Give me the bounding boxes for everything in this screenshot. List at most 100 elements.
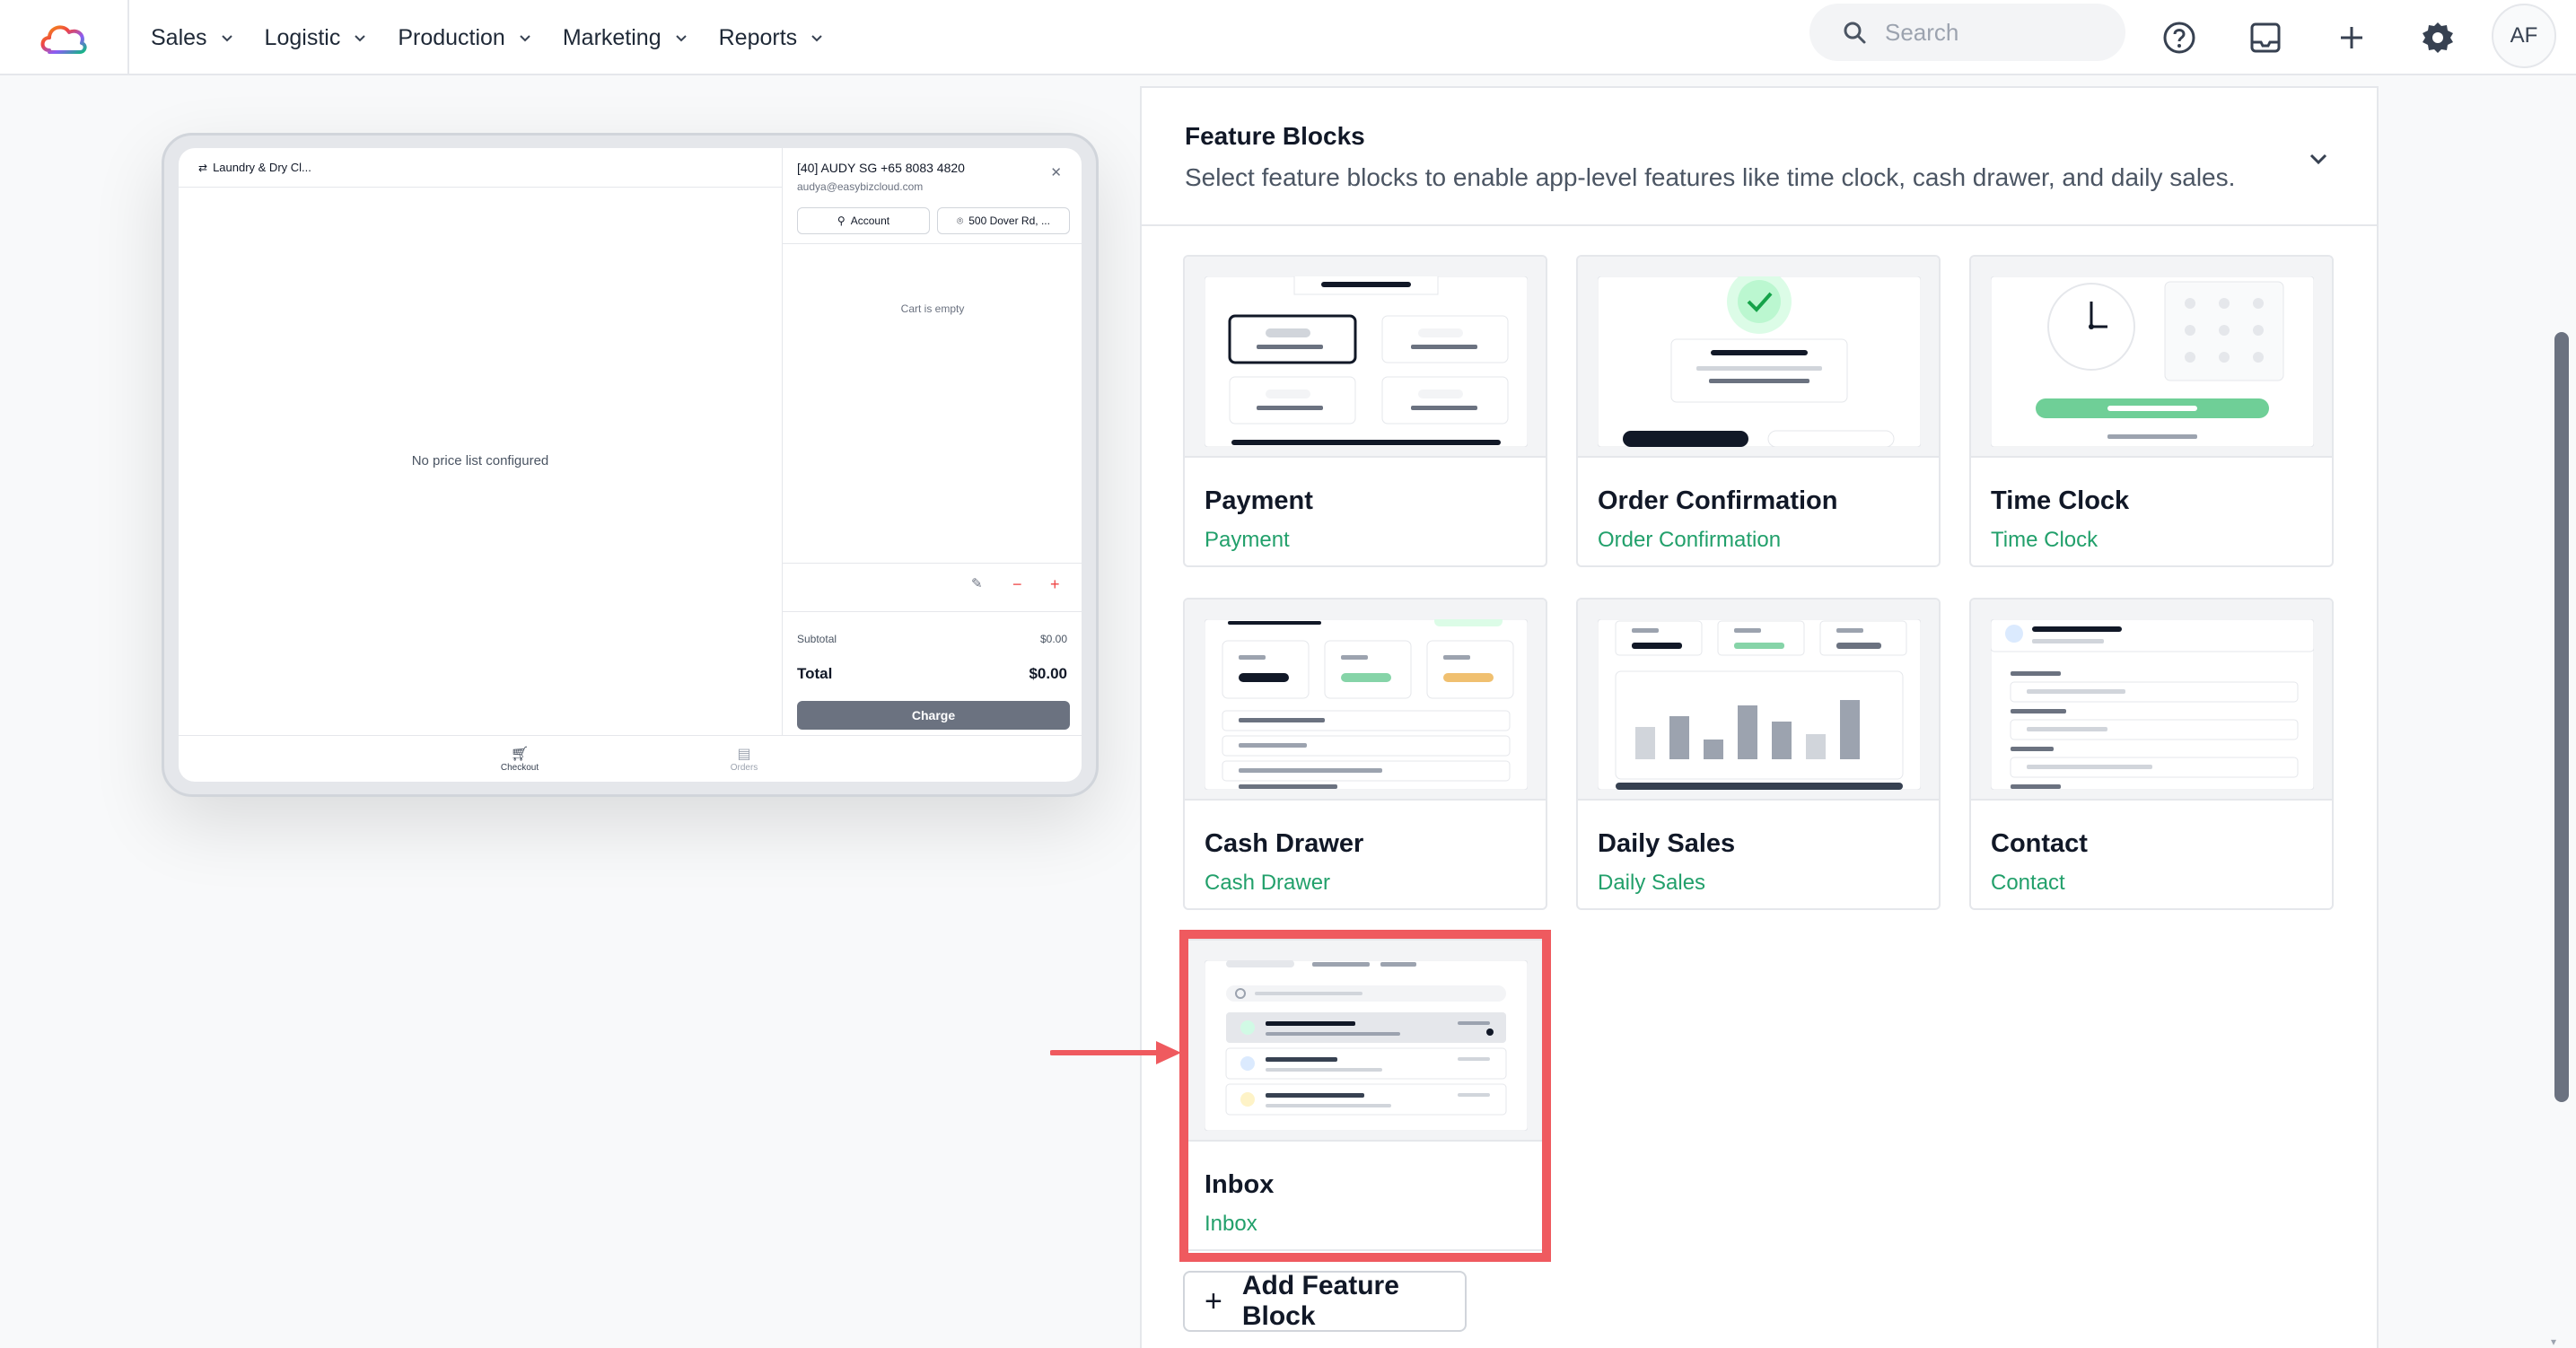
cart-icon: 🛒︎ — [510, 747, 530, 762]
preview-customer-name: [40] AUDY SG +65 8083 4820 — [797, 161, 965, 175]
cash-drawer-preview-illustration — [1185, 600, 1546, 801]
search-icon — [1844, 22, 1866, 44]
preview-cart-empty: Cart is empty — [900, 302, 965, 315]
feature-card-order-confirmation[interactable]: Order Confirmation Order Confirmation — [1576, 255, 1941, 567]
feature-card-title: Payment — [1205, 486, 1313, 515]
app-logo[interactable] — [0, 0, 129, 75]
feature-blocks-title: Feature Blocks — [1185, 122, 1365, 150]
chevron-down-icon — [811, 35, 822, 42]
preview-tab-orders-label: Orders — [730, 763, 758, 773]
preview-subtotal-value: $0.00 — [1039, 633, 1067, 645]
feature-card-subtitle: Cash Drawer — [1205, 871, 1331, 895]
scroll-down-arrow-icon[interactable]: ▾ — [2551, 1335, 2556, 1348]
arrow-right-icon — [1050, 1041, 1181, 1064]
nav-sales[interactable]: Sales — [151, 25, 234, 51]
time-clock-illustration — [1991, 276, 2314, 447]
feature-card-daily-sales[interactable]: Daily Sales Daily Sales — [1576, 598, 1941, 910]
swap-icon: ⇄ — [198, 161, 208, 174]
top-navigation-bar: Sales Logistic Production Marketing Repo… — [0, 0, 2576, 75]
preview-store-header: ⇄ Laundry & Dry Cl... — [179, 148, 782, 188]
search-input[interactable] — [1885, 18, 2100, 47]
preview-account-label: Account — [850, 214, 890, 227]
minus-icon: − — [1012, 575, 1022, 593]
preview-account-button: ⚲ Account — [797, 207, 930, 234]
cash-drawer-illustration — [1205, 619, 1528, 790]
preview-screen: ⇄ Laundry & Dry Cl... No price list conf… — [179, 148, 1082, 782]
plus-icon: + — [1205, 1283, 1222, 1318]
preview-subtotal-label: Subtotal — [797, 633, 837, 645]
feature-card-subtitle: Order Confirmation — [1598, 528, 1782, 552]
feature-card-subtitle: Contact — [1991, 871, 2065, 895]
feature-card-subtitle: Payment — [1205, 528, 1290, 552]
feature-card-title: Daily Sales — [1598, 829, 1736, 858]
payment-preview-illustration — [1185, 257, 1546, 458]
divider — [783, 563, 1082, 564]
nav-logistic-label: Logistic — [264, 24, 341, 50]
preview-address-button: ⌾ 500 Dover Rd, ... — [937, 207, 1070, 234]
chevron-down-icon[interactable] — [2305, 145, 2332, 172]
plus-icon — [2341, 27, 2362, 48]
add-feature-block-button[interactable]: + Add Feature Block — [1183, 1271, 1467, 1332]
main-nav: Sales Logistic Production Marketing Repo… — [151, 0, 854, 75]
orders-icon: ▤ — [737, 747, 751, 762]
preview-customer-email: audya@easybizcloud.com — [797, 180, 924, 193]
time-clock-preview-illustration — [1971, 257, 2332, 458]
nav-marketing[interactable]: Marketing — [563, 25, 688, 51]
chevron-down-icon — [355, 35, 366, 42]
feature-card-payment[interactable]: Payment Payment — [1183, 255, 1547, 567]
nav-sales-label: Sales — [151, 24, 207, 50]
feature-card-title: Cash Drawer — [1205, 829, 1364, 858]
feature-card-time-clock[interactable]: Time Clock Time Clock — [1969, 255, 2334, 567]
inbox-icon — [2250, 22, 2281, 53]
feature-card-title: Time Clock — [1991, 486, 2130, 515]
feature-blocks-header[interactable]: Feature Blocks Select feature blocks to … — [1142, 88, 2377, 226]
preview-product-pane: ⇄ Laundry & Dry Cl... No price list conf… — [179, 148, 782, 735]
divider — [783, 243, 1082, 244]
nav-logistic[interactable]: Logistic — [265, 25, 368, 51]
order-confirmation-illustration — [1598, 276, 1921, 447]
preview-bottom-tabs: 🛒︎ Checkout ▤ Orders — [179, 735, 1082, 782]
highlight-box — [1179, 930, 1551, 1262]
gear-icon — [2423, 22, 2453, 53]
feature-card-subtitle: Daily Sales — [1598, 871, 1706, 895]
add-feature-block-label: Add Feature Block — [1241, 1271, 1399, 1331]
daily-sales-preview-illustration — [1578, 600, 1939, 801]
chevron-down-icon — [675, 35, 687, 42]
tablet-preview: ⇄ Laundry & Dry Cl... No price list conf… — [162, 133, 1099, 797]
preview-cart-pane: [40] AUDY SG +65 8083 4820 audya@easybiz… — [782, 148, 1082, 735]
order-confirmation-preview-illustration — [1578, 257, 1939, 458]
feature-blocks-subtitle: Select feature blocks to enable app-leve… — [1185, 163, 2236, 191]
preview-charge-button: Charge — [797, 701, 1070, 730]
preview-tab-orders: ▤ Orders — [708, 745, 780, 773]
inbox-button[interactable] — [2240, 13, 2291, 63]
preview-store-name: Laundry & Dry Cl... — [213, 161, 311, 174]
nav-marketing-label: Marketing — [562, 24, 662, 50]
nav-production-label: Production — [398, 24, 505, 50]
nav-reports[interactable]: Reports — [719, 25, 825, 51]
contact-preview-illustration — [1971, 600, 2332, 801]
user-avatar[interactable]: AF — [2492, 4, 2556, 68]
scrollbar-thumb[interactable] — [2554, 332, 2569, 1102]
note-icon: ✎ — [971, 576, 983, 591]
nav-production[interactable]: Production — [398, 25, 532, 51]
payment-illustration — [1205, 276, 1528, 447]
daily-sales-illustration — [1598, 619, 1921, 790]
create-button[interactable] — [2326, 13, 2377, 63]
preview-tab-checkout: 🛒︎ Checkout — [484, 745, 556, 773]
preview-empty-price-list: No price list configured — [411, 453, 549, 468]
chevron-down-icon — [221, 35, 232, 42]
help-button[interactable] — [2154, 13, 2204, 63]
preview-total-value: $0.00 — [1029, 665, 1067, 682]
divider — [783, 611, 1082, 612]
search-box[interactable] — [1809, 4, 2125, 61]
nav-reports-label: Reports — [718, 24, 798, 50]
location-pin-icon: ⌾ — [957, 214, 964, 227]
feature-card-cash-drawer[interactable]: Cash Drawer Cash Drawer — [1183, 598, 1547, 910]
cloud-logo-icon — [40, 25, 87, 54]
contact-illustration — [1991, 619, 2314, 790]
feature-card-title: Order Confirmation — [1598, 486, 1838, 515]
settings-button[interactable] — [2413, 13, 2463, 63]
feature-card-contact[interactable]: Contact Contact — [1969, 598, 2334, 910]
feature-card-title: Contact — [1991, 829, 2088, 858]
help-icon — [2163, 22, 2195, 54]
